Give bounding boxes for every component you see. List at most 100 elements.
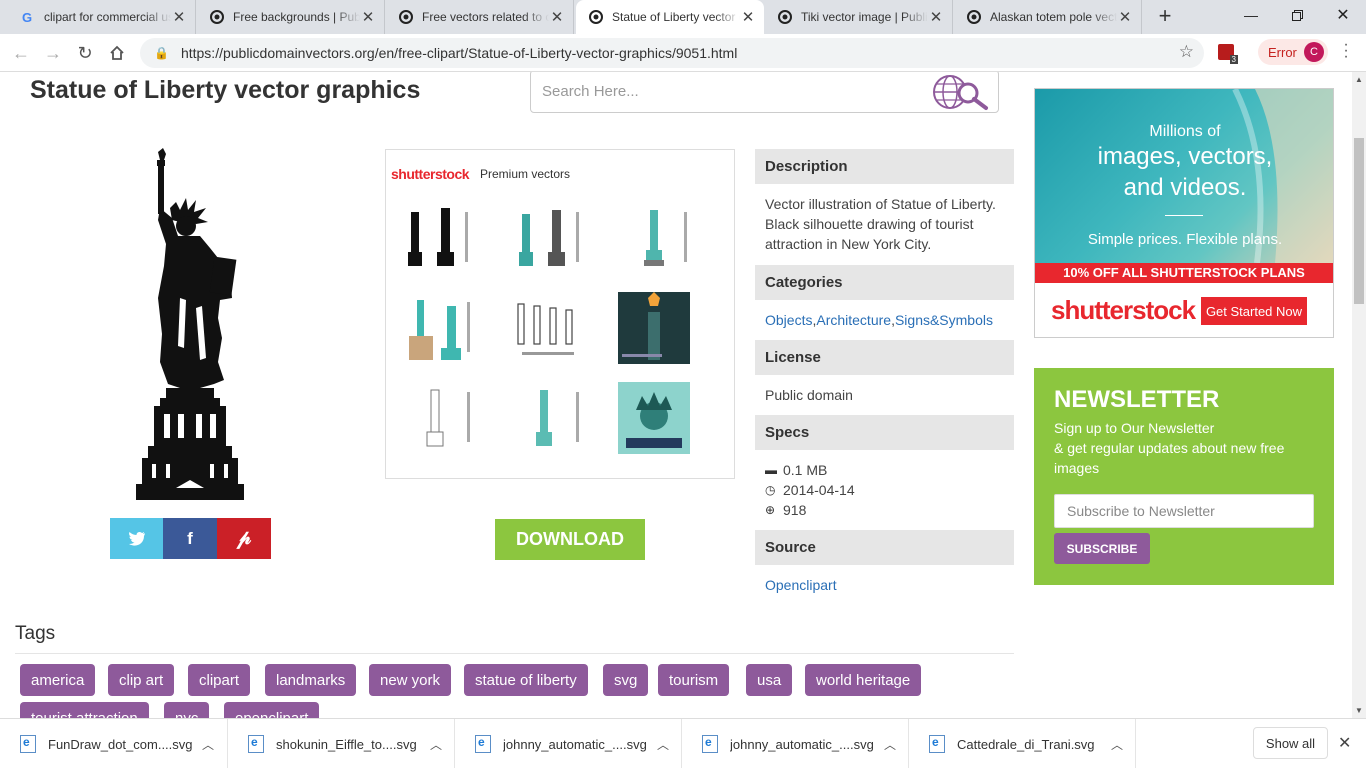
- new-tab-button[interactable]: +: [1152, 4, 1178, 30]
- tag-clipart[interactable]: clipart: [188, 664, 251, 696]
- category-link-objects[interactable]: Objects: [765, 312, 812, 328]
- tab-free-vectors[interactable]: Free vectors related to clipart ✕: [386, 0, 574, 34]
- tag-new-york[interactable]: new york: [369, 664, 452, 696]
- tab-tiki-vector[interactable]: Tiki vector image | Public ✕: [765, 0, 953, 34]
- tab-alaskan-totem[interactable]: Alaskan totem pole vector ✕: [954, 0, 1142, 34]
- premium-thumbnail[interactable]: [403, 382, 479, 454]
- source-link[interactable]: Openclipart: [765, 577, 837, 593]
- download-filename: FunDraw_dot_com....svg: [48, 736, 193, 752]
- tag-world-heritage[interactable]: world heritage: [805, 664, 922, 696]
- premium-thumbnail[interactable]: [512, 202, 588, 274]
- close-shelf-icon[interactable]: ✕: [1338, 733, 1351, 753]
- close-tab-icon[interactable]: ✕: [928, 8, 944, 26]
- download-count: 918: [783, 502, 807, 518]
- page-viewport: Statue of Liberty vector graphics Search…: [0, 72, 1352, 718]
- tab-title: Statue of Liberty vector graphics: [612, 10, 740, 24]
- description-section: Description Vector illustration of Statu…: [755, 149, 1014, 264]
- menu-kebab-icon[interactable]: · · ·: [1338, 37, 1354, 65]
- scrollbar-thumb[interactable]: [1354, 138, 1364, 304]
- chevron-up-icon[interactable]: ︿: [1107, 736, 1127, 753]
- close-tab-icon[interactable]: ✕: [549, 8, 565, 26]
- premium-thumbnail[interactable]: [512, 382, 588, 454]
- pdv-logo-icon: [209, 9, 225, 25]
- chevron-up-icon[interactable]: ︿: [426, 736, 446, 753]
- chevron-up-icon[interactable]: ︿: [198, 736, 218, 753]
- tag-tourist-attraction[interactable]: tourist attraction: [20, 702, 149, 718]
- back-button[interactable]: ←: [8, 40, 34, 66]
- tag-tourism[interactable]: tourism: [658, 664, 730, 696]
- tag-svg[interactable]: svg: [603, 664, 649, 696]
- description-text: Vector illustration of Statue of Liberty…: [765, 196, 996, 252]
- scroll-down-arrow-icon[interactable]: ▼: [1352, 706, 1366, 715]
- pdv-logo-icon: [966, 9, 982, 25]
- maximize-button[interactable]: [1274, 0, 1320, 30]
- premium-thumbnail[interactable]: [403, 292, 479, 364]
- close-tab-icon[interactable]: ✕: [1117, 8, 1133, 26]
- scroll-up-arrow-icon[interactable]: ▲: [1352, 75, 1366, 84]
- ad-line-1: Millions of: [1149, 123, 1221, 140]
- download-item[interactable]: shokunin_Eiffle_to....svg ︿: [228, 719, 455, 768]
- tag-statue-of-liberty[interactable]: statue of liberty: [464, 664, 588, 696]
- tag-clip-art[interactable]: clip art: [108, 664, 175, 696]
- pinterest-share-button[interactable]: 𝓅: [217, 518, 271, 559]
- description-heading: Description: [755, 149, 1014, 184]
- download-item[interactable]: johnny_automatic_....svg ︿: [682, 719, 909, 768]
- reload-button[interactable]: ↻: [72, 40, 98, 66]
- premium-thumbnail[interactable]: [620, 202, 696, 274]
- close-tab-icon[interactable]: ✕: [360, 8, 376, 26]
- show-all-downloads-button[interactable]: Show all: [1253, 727, 1328, 759]
- download-item[interactable]: FunDraw_dot_com....svg ︿: [0, 719, 228, 768]
- download-filename: shokunin_Eiffle_to....svg: [276, 736, 417, 752]
- newsletter-email-input[interactable]: [1054, 494, 1314, 528]
- address-bar[interactable]: 🔒 https://publicdomainvectors.org/en/fre…: [140, 38, 1204, 68]
- download-item[interactable]: Cattedrale_di_Trani.svg ︿: [909, 719, 1136, 768]
- tag-landmarks[interactable]: landmarks: [265, 664, 357, 696]
- subscribe-button[interactable]: SUBSCRIBE: [1054, 533, 1150, 564]
- category-link-signs-symbols[interactable]: Signs&Symbols: [895, 312, 993, 328]
- tab-title: Free vectors related to clipart: [422, 10, 549, 24]
- premium-thumbnail[interactable]: [403, 202, 479, 274]
- minimize-button[interactable]: —: [1228, 0, 1274, 30]
- facebook-share-button[interactable]: f: [163, 518, 217, 559]
- close-tab-icon[interactable]: ✕: [740, 8, 756, 26]
- browser-toolbar: ← → ↻ 🔒 https://publicdomainvectors.org/…: [0, 34, 1366, 72]
- license-text: Public domain: [765, 387, 853, 403]
- tag-america[interactable]: america: [20, 664, 96, 696]
- tab-clipart-search[interactable]: G clipart for commercial use ✕: [8, 0, 196, 34]
- category-link-architecture[interactable]: Architecture: [816, 312, 891, 328]
- ad-get-started-button[interactable]: Get Started Now: [1201, 297, 1307, 325]
- chevron-up-icon[interactable]: ︿: [653, 736, 673, 753]
- tag-openclipart[interactable]: openclipart: [224, 702, 320, 718]
- license-heading: License: [755, 340, 1014, 375]
- ad-line-2a: images, vectors,: [1097, 143, 1273, 170]
- download-item[interactable]: johnny_automatic_....svg ︿: [455, 719, 682, 768]
- shutterstock-premium-box[interactable]: shutterstock Premium vectors: [385, 149, 735, 479]
- premium-thumbnail[interactable]: [618, 382, 694, 454]
- bookmark-star-icon[interactable]: ☆: [1179, 42, 1194, 62]
- forward-button[interactable]: →: [40, 40, 66, 66]
- tab-statue-of-liberty[interactable]: Statue of Liberty vector graphics ✕: [576, 0, 764, 34]
- page-scrollbar[interactable]: ▲ ▼: [1352, 72, 1366, 718]
- ad-shutterstock-logo: shutterstock: [1051, 295, 1196, 325]
- tag-nyc[interactable]: nyc: [164, 702, 210, 718]
- twitter-icon: [129, 531, 145, 546]
- chevron-up-icon[interactable]: ︿: [880, 736, 900, 753]
- download-button[interactable]: DOWNLOAD: [495, 519, 645, 560]
- premium-thumbnail[interactable]: [618, 292, 694, 364]
- search-input[interactable]: [531, 72, 921, 112]
- pinterest-icon: 𝓅: [236, 527, 252, 549]
- extension-icon[interactable]: 3: [1218, 44, 1238, 64]
- profile-error-pill[interactable]: Error C: [1258, 39, 1328, 65]
- close-tab-icon[interactable]: ✕: [171, 8, 187, 26]
- home-button[interactable]: [104, 40, 130, 66]
- shutterstock-ad[interactable]: Millions of images, vectors, and videos. …: [1034, 88, 1334, 338]
- download-filename: Cattedrale_di_Trani.svg: [957, 736, 1095, 752]
- twitter-share-button[interactable]: [110, 518, 164, 559]
- search-button[interactable]: [929, 72, 991, 112]
- premium-thumbnail[interactable]: [512, 292, 588, 364]
- tag-usa[interactable]: usa: [746, 664, 793, 696]
- tab-free-backgrounds[interactable]: Free backgrounds | Public ✕: [197, 0, 385, 34]
- download-count-icon: ⊕: [765, 503, 776, 517]
- close-window-button[interactable]: ✕: [1320, 0, 1366, 30]
- error-label: Error: [1268, 44, 1297, 60]
